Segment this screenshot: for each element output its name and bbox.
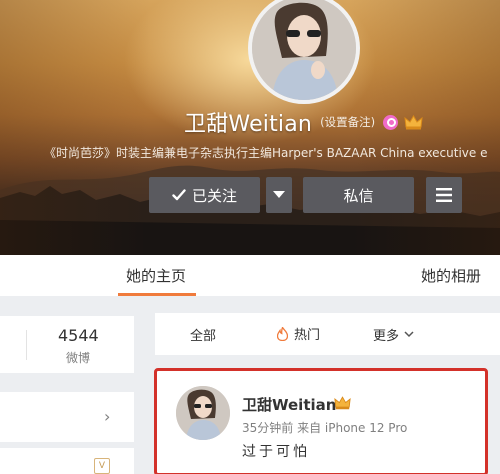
following-button[interactable]: 已关注 <box>149 177 260 213</box>
vip-crown-icon <box>404 114 423 129</box>
filter-hot-label: 热门 <box>294 328 321 343</box>
profile-name: 卫甜Weitian <box>184 112 313 137</box>
message-button-label: 私信 <box>343 186 374 205</box>
follow-dropdown-button[interactable] <box>266 177 292 213</box>
filter-hot[interactable]: 热门 <box>277 324 320 343</box>
stats-divider <box>26 330 27 360</box>
weibo-count[interactable]: 4544 <box>58 326 99 345</box>
post-meta: 35分钟前 来自 iPhone 12 Pro <box>242 421 408 435</box>
profile-tabs: 她的主页 她的相册 <box>0 255 500 296</box>
filter-more[interactable]: 更多 <box>373 325 414 344</box>
post-author-name[interactable]: 卫甜Weitian <box>242 394 336 415</box>
female-badge-icon <box>383 114 399 130</box>
post-text: 过于可怕 <box>242 444 310 460</box>
side-info-card <box>0 392 134 442</box>
hamburger-icon <box>436 188 452 202</box>
post-vip-crown-icon <box>334 396 351 410</box>
following-button-label: 已关注 <box>191 186 237 205</box>
post-avatar-photo <box>176 386 230 440</box>
tab-album[interactable]: 她的相册 <box>421 265 481 286</box>
stats-card: 4544 微博 <box>0 316 134 373</box>
check-icon <box>172 189 186 201</box>
profile-bio: 《时尚芭莎》时装主编兼电子杂志执行主编Harper's BAZAAR China… <box>44 146 488 160</box>
filter-more-label: 更多 <box>373 329 400 344</box>
more-menu-button[interactable] <box>426 177 462 213</box>
flame-icon <box>277 326 288 341</box>
set-remark-link[interactable]: (设置备注) <box>320 114 375 130</box>
tab-home[interactable]: 她的主页 <box>126 265 186 286</box>
profile-name-row: 卫甜Weitian (设置备注) <box>184 108 423 137</box>
caret-down-icon <box>273 191 285 198</box>
avatar-photo <box>252 0 356 100</box>
active-tab-indicator <box>118 293 196 296</box>
weibo-count-label: 微博 <box>66 351 91 365</box>
message-button[interactable]: 私信 <box>303 177 414 213</box>
chevron-right-icon[interactable]: › <box>104 407 110 426</box>
chevron-down-icon <box>404 331 414 338</box>
vip-badge-icon: V <box>94 458 110 474</box>
post-author-avatar[interactable] <box>176 386 230 440</box>
side-card <box>0 448 134 474</box>
filter-all[interactable]: 全部 <box>190 325 216 344</box>
